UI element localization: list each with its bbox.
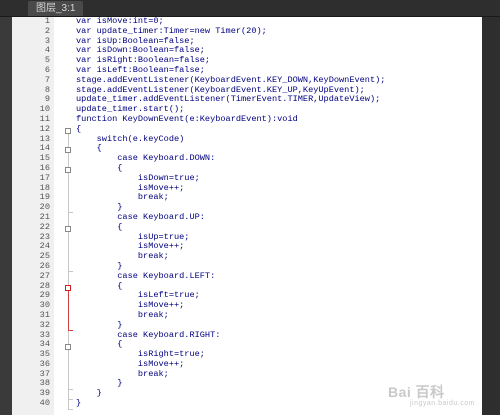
line-numbers: 1 2 3 4 5 6 7 8 9 10 11 12 13 14 15 16 1… xyxy=(12,16,52,409)
fold-end-tick xyxy=(68,409,73,410)
fold-guide xyxy=(68,134,69,410)
code-line[interactable]: break; xyxy=(76,369,385,380)
code-line[interactable]: } xyxy=(76,379,385,389)
code-line[interactable]: case Keyboard.RIGHT: xyxy=(76,330,385,341)
code-line[interactable]: } xyxy=(76,388,385,399)
fold-end-tick-active xyxy=(68,330,73,331)
fold-toggle-switch[interactable] xyxy=(65,147,71,153)
code-lines[interactable]: var isMove:int=0; var update_timer:Timer… xyxy=(76,16,385,409)
code-line[interactable]: break; xyxy=(76,310,385,321)
baidu-jingyan-watermark: Bai 百科 jingyan.baidu.com xyxy=(388,382,475,407)
code-editor-window: 图层_3:1 1 2 3 4 5 6 7 8 9 10 11 12 13 14 … xyxy=(0,0,500,415)
watermark-text: Bai 百科 xyxy=(388,384,445,400)
fold-end-tick xyxy=(68,399,73,400)
code-line[interactable]: case Keyboard.DOWN: xyxy=(76,153,385,164)
right-panel-edge xyxy=(482,17,500,415)
fold-toggle-case-down[interactable] xyxy=(65,167,71,173)
fold-end-tick xyxy=(68,212,73,213)
code-line[interactable]: function KeyDownEvent(e:KeyboardEvent):v… xyxy=(76,114,385,125)
left-panel-edge xyxy=(0,17,12,415)
code-line[interactable]: break; xyxy=(76,251,385,262)
fold-toggle-case-up[interactable] xyxy=(65,226,71,232)
code-line[interactable]: switch(e.keyCode) xyxy=(76,134,385,145)
fold-guide-active xyxy=(68,291,69,331)
fold-end-tick xyxy=(68,389,73,390)
fold-end-tick xyxy=(68,271,73,272)
code-line[interactable]: case Keyboard.UP: xyxy=(76,212,385,223)
code-line[interactable]: } xyxy=(76,398,385,409)
code-line[interactable]: case Keyboard.LEFT: xyxy=(76,271,385,282)
editor-tab-bar: 图层_3:1 xyxy=(0,0,500,17)
watermark-url: jingyan.baidu.com xyxy=(410,400,475,407)
line-number: 40 xyxy=(39,398,50,409)
fold-toggle-case-right[interactable] xyxy=(65,344,71,350)
fold-margin xyxy=(54,17,76,415)
tab-script-layer[interactable]: 图层_3:1 xyxy=(28,1,84,16)
code-line[interactable]: break; xyxy=(76,193,385,203)
